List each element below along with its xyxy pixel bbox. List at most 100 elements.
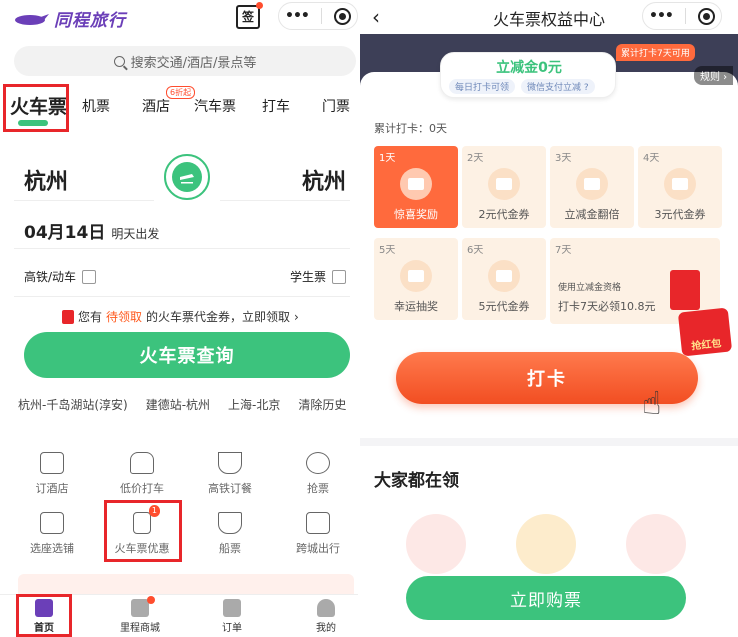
history-item[interactable]: 建德站-杭州 <box>146 396 210 413</box>
tab-hotel[interactable]: 酒店 <box>142 96 170 116</box>
student-label: 学生票 <box>290 270 327 284</box>
service-grab-ticket[interactable]: 抢票 <box>278 452 358 496</box>
student-option[interactable]: 学生票 <box>290 268 347 285</box>
tab-taxi[interactable]: 打车 <box>262 96 290 116</box>
promo-strip <box>18 574 354 596</box>
wechat-pay-tag[interactable]: 微信支付立减 ? <box>521 79 595 94</box>
service-label: 选座选铺 <box>30 542 74 555</box>
coupon-envelope-icon <box>488 168 520 200</box>
reward-day-5: 5天 幸运抽奖 <box>374 238 458 320</box>
highlight-box-home <box>16 594 72 637</box>
right-screen: ‹ 火车票权益中心 ••• 立减金0元 每日打卡可领 微信支付立减 ? 累计打卡… <box>360 0 738 637</box>
reward-day: 5天 <box>379 245 396 256</box>
group-icon[interactable] <box>516 514 576 574</box>
highspeed-checkbox[interactable] <box>82 269 97 284</box>
user-icon <box>317 599 335 617</box>
gift-box-icon[interactable] <box>626 514 686 574</box>
history-item[interactable]: 上海-北京 <box>228 396 280 413</box>
to-city[interactable]: 杭州 <box>302 164 346 196</box>
discount-amount: 立减金0元 <box>496 60 562 76</box>
train-query-button[interactable]: 火车票查询 <box>24 332 350 378</box>
more-icon[interactable]: ••• <box>285 8 310 24</box>
swap-cities-button[interactable] <box>164 154 210 200</box>
highspeed-label: 高铁/动车 <box>24 270 77 284</box>
ticket-icon[interactable] <box>406 514 466 574</box>
mini-program-capsule: ••• <box>278 2 358 30</box>
service-label: 船票 <box>219 542 241 555</box>
close-target-icon[interactable] <box>333 7 351 25</box>
tab-flight[interactable]: 机票 <box>82 96 110 116</box>
search-bar[interactable]: 搜索交通/酒店/景点等 <box>14 46 356 76</box>
reward-day: 3天 <box>555 153 572 164</box>
top-bar: 同程旅行 签 ••• <box>0 0 358 34</box>
sign-in-button[interactable]: 签 <box>236 2 263 29</box>
search-history: 杭州-千岛湖站(淳安) 建德站-杭州 上海-北京 清除历史 <box>18 396 346 413</box>
tab-me[interactable]: 我的 <box>296 599 356 634</box>
gift-envelope-icon <box>400 168 432 200</box>
date-selector[interactable]: 04月14日 明天出发 <box>24 218 159 243</box>
tab-label: 订单 <box>222 623 242 634</box>
tab-tickets[interactable]: 门票 <box>322 96 350 116</box>
grab-red-packet-button[interactable]: 抢红包 <box>677 307 733 357</box>
date-divider <box>14 248 350 249</box>
reward-day-2: 2天 2元代金券 <box>462 146 546 228</box>
coupon-notice[interactable]: 您有 待领取 的火车票代金券，立即领取 › <box>62 308 299 325</box>
buy-ticket-button[interactable]: 立即购票 <box>406 576 686 620</box>
service-meal[interactable]: 高铁订餐 <box>190 452 270 496</box>
section-title: 大家都在领 <box>374 471 459 491</box>
reward-label: 立减金翻倍 <box>564 208 620 221</box>
service-label: 高铁订餐 <box>208 482 252 495</box>
reward-day: 2天 <box>467 153 484 164</box>
reward-label: 5元代金券 <box>478 300 530 313</box>
from-city[interactable]: 杭州 <box>24 164 68 196</box>
tab-label: 里程商城 <box>120 623 160 634</box>
double-bonus-icon <box>576 168 608 200</box>
pointer-hand-icon: ☝ <box>642 384 662 422</box>
service-intercity[interactable]: 跨城出行 <box>278 512 358 556</box>
clear-history-button[interactable]: 清除历史 <box>298 396 346 413</box>
gift-icon <box>131 596 155 617</box>
lucky-draw-icon <box>400 260 432 292</box>
rules-button[interactable]: 规则 › <box>694 66 734 85</box>
departure-date: 04月14日 <box>24 223 106 243</box>
stopwatch-icon <box>306 452 330 474</box>
notification-dot <box>147 596 155 604</box>
student-checkbox[interactable] <box>332 269 347 284</box>
more-icon[interactable]: ••• <box>649 8 674 24</box>
tab-mall[interactable]: 里程商城 <box>110 596 170 634</box>
highspeed-option[interactable]: 高铁/动车 <box>24 268 97 285</box>
reward-day: 1天 <box>379 153 396 164</box>
service-seat[interactable]: 选座选铺 <box>12 512 92 556</box>
highlight-box-voucher <box>104 500 182 562</box>
coupon-envelope-icon <box>62 309 74 324</box>
cumulative-ribbon: 累计打卡7天可用 <box>616 44 695 61</box>
history-item[interactable]: 杭州-千岛湖站(淳安) <box>18 396 128 413</box>
to-underline <box>220 200 350 201</box>
service-hotel[interactable]: 订酒店 <box>12 452 92 496</box>
chevron-right-icon: › <box>294 309 299 324</box>
tab-label: 我的 <box>316 623 336 634</box>
service-label: 低价打车 <box>120 482 164 495</box>
service-label: 订酒店 <box>35 482 69 495</box>
reward-day: 7天 <box>555 245 572 256</box>
route-selector: 杭州 杭州 <box>0 150 358 210</box>
search-icon <box>113 55 125 67</box>
close-target-icon[interactable] <box>697 7 715 25</box>
reward-label: 2元代金券 <box>478 208 530 221</box>
reward-label: 打卡7天必领10.8元 <box>558 300 656 313</box>
discount-pill: 立减金0元 每日打卡可领 微信支付立减 ? <box>440 52 616 98</box>
hotel-icon <box>40 452 64 474</box>
tab-orders[interactable]: 订单 <box>202 599 262 634</box>
service-ship[interactable]: 船票 <box>190 512 270 556</box>
coupon-envelope-icon <box>664 168 696 200</box>
reward-label: 幸运抽奖 <box>394 300 438 313</box>
coupon-text-post: 的火车票代金券，立即领取 <box>146 310 291 324</box>
coupon-text-pre: 您有 <box>78 310 103 324</box>
daily-checkin-tag: 每日打卡可领 <box>449 79 516 94</box>
tab-bus[interactable]: 汽车票 <box>194 96 236 116</box>
service-taxi[interactable]: 低价打车 <box>102 452 182 496</box>
meal-icon <box>218 452 242 474</box>
swap-train-icon <box>172 162 202 192</box>
order-icon <box>223 599 241 617</box>
coupon-highlight: 待领取 <box>106 310 143 324</box>
